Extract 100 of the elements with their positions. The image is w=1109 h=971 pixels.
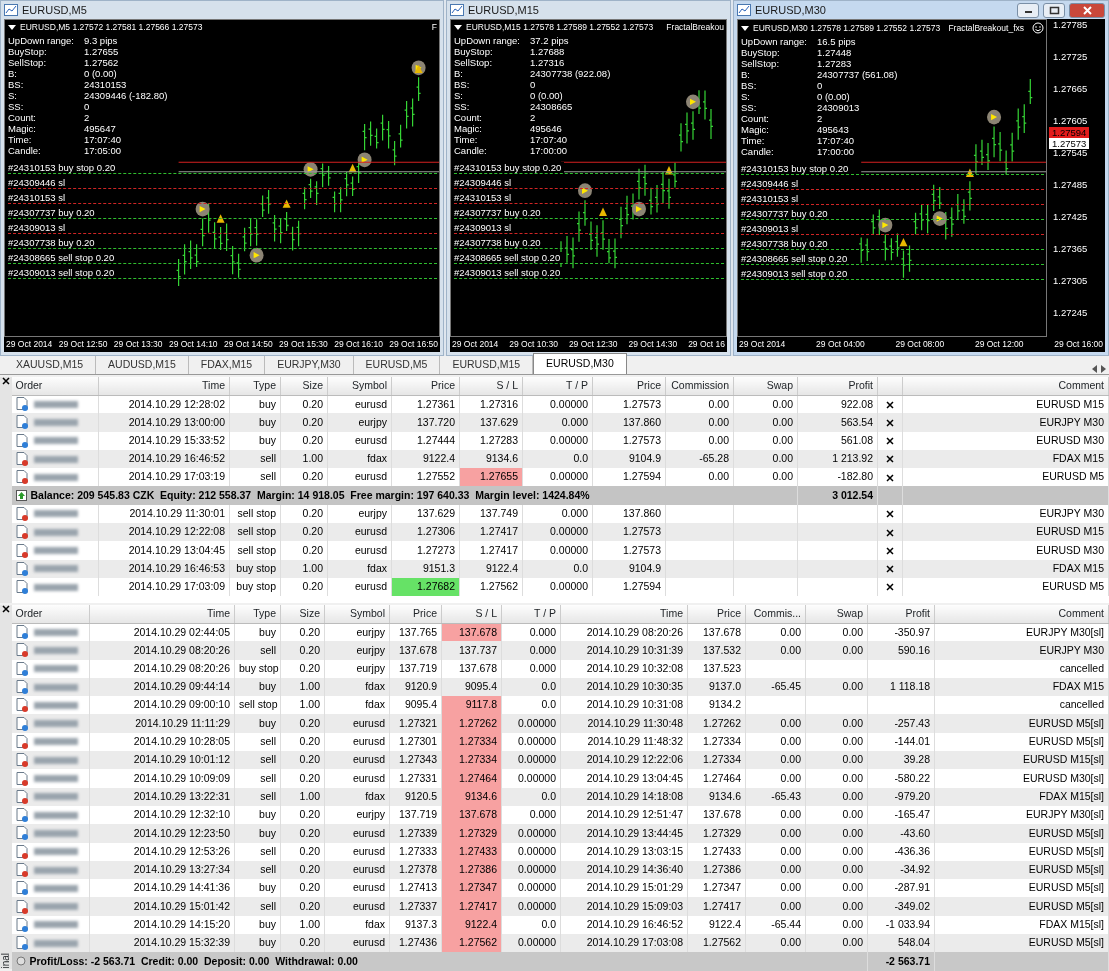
chart-tab[interactable]: EURJPY,M30 bbox=[265, 356, 354, 374]
trade-marker-icon bbox=[686, 94, 700, 110]
info-label: BuyStop: bbox=[8, 46, 48, 57]
column-header[interactable]: Symbol bbox=[327, 377, 392, 395]
close-icon[interactable] bbox=[886, 437, 894, 446]
minimize-button[interactable] bbox=[1017, 2, 1039, 18]
column-header[interactable]: Time bbox=[98, 377, 230, 395]
column-header[interactable]: Profit bbox=[797, 377, 878, 395]
table-cell: 0.00 bbox=[745, 934, 806, 953]
close-icon[interactable] bbox=[1, 605, 10, 613]
table-cell: 2014.10.29 14:36:40 bbox=[560, 860, 688, 880]
expert-name: FractalBreakou bbox=[666, 22, 724, 33]
column-header[interactable]: Price bbox=[391, 377, 460, 395]
table-cell: 2014.10.29 12:53:26 bbox=[89, 842, 235, 861]
column-header[interactable]: Symbol bbox=[324, 605, 390, 623]
column-header[interactable]: Commis... bbox=[745, 605, 806, 623]
table-cell: buy bbox=[229, 413, 281, 432]
close-icon[interactable] bbox=[886, 473, 894, 482]
table-cell: 9122.4 bbox=[391, 449, 460, 469]
table-cell: 2014.10.29 17:03:08 bbox=[560, 934, 688, 953]
price-tick-label: 1.27305 bbox=[1053, 275, 1088, 286]
close-icon[interactable] bbox=[886, 510, 894, 519]
table-cell: EURUSD M5[sl] bbox=[934, 714, 1109, 733]
window-title: EURUSD,M30 bbox=[755, 2, 827, 18]
table-cell: 1.27273 bbox=[391, 541, 460, 560]
column-header[interactable]: Order bbox=[11, 377, 99, 395]
blurred-order-number bbox=[33, 437, 78, 445]
info-value: 24307737 (561.08) bbox=[817, 69, 898, 80]
blurred-order-number bbox=[33, 775, 78, 782]
column-header[interactable]: T / P bbox=[522, 377, 593, 395]
table-cell: sell bbox=[234, 860, 281, 880]
trade-marker-icon bbox=[357, 152, 372, 168]
column-header[interactable]: Time bbox=[89, 605, 235, 623]
column-header[interactable]: Commission bbox=[665, 377, 734, 395]
column-header[interactable]: Time bbox=[560, 605, 688, 623]
info-label: SS: bbox=[454, 101, 471, 112]
table-cell: 0.20 bbox=[280, 769, 325, 788]
info-label: Candle: bbox=[454, 145, 488, 156]
blurred-order-number bbox=[33, 939, 78, 947]
table-cell: 137.523 bbox=[687, 659, 746, 678]
info-value: 24307738 (922.08) bbox=[530, 68, 611, 79]
table-cell: 561.08 bbox=[797, 431, 878, 450]
table-cell: 1.27562 bbox=[459, 577, 523, 597]
table-cell: buy bbox=[234, 677, 281, 697]
table-cell: buy stop bbox=[234, 659, 281, 678]
dropdown-icon[interactable] bbox=[741, 25, 749, 31]
close-icon[interactable] bbox=[886, 455, 894, 464]
dropdown-icon[interactable] bbox=[454, 25, 462, 30]
info-value: 0 bbox=[530, 79, 537, 90]
chart-tab[interactable]: EURUSD,M5 bbox=[353, 356, 441, 374]
maximize-button[interactable] bbox=[1043, 2, 1065, 18]
column-header[interactable]: T / P bbox=[501, 605, 561, 623]
table-cell: 1.27378 bbox=[389, 860, 442, 880]
info-value: 495646 bbox=[530, 123, 563, 134]
table-cell: 0.0 bbox=[501, 677, 561, 697]
column-header[interactable]: Size bbox=[280, 377, 328, 395]
table-cell: 0.00 bbox=[745, 824, 806, 843]
column-header[interactable]: S / L bbox=[441, 605, 502, 623]
close-icon[interactable] bbox=[886, 400, 894, 409]
chart-tab[interactable]: XAUUSD,M15 bbox=[4, 356, 97, 374]
column-header[interactable]: Swap bbox=[733, 377, 798, 395]
table-cell: eurusd bbox=[324, 842, 390, 861]
chart-tab[interactable]: FDAX,M15 bbox=[188, 356, 266, 374]
column-header[interactable]: Type bbox=[229, 377, 281, 395]
order-line-label: #24310153 buy stop 0.20 bbox=[454, 162, 565, 173]
blurred-order-number bbox=[33, 701, 78, 709]
column-header[interactable]: Type bbox=[234, 605, 281, 623]
column-header[interactable]: Profit bbox=[867, 605, 935, 623]
close-icon[interactable] bbox=[886, 565, 894, 574]
column-header[interactable]: Price bbox=[687, 605, 746, 623]
chart-tab[interactable]: AUDUSD,M15 bbox=[96, 356, 189, 374]
column-header[interactable]: Comment bbox=[902, 377, 1109, 395]
table-cell: 9137.0 bbox=[687, 677, 746, 697]
table-cell: 0.20 bbox=[280, 641, 325, 660]
info-label: BS: bbox=[741, 80, 758, 91]
close-icon[interactable] bbox=[886, 418, 894, 427]
chart-tab[interactable]: EURUSD,M30 bbox=[533, 353, 627, 374]
table-cell: 2014.10.29 10:32:08 bbox=[560, 659, 688, 678]
price-tick-label: 1.27425 bbox=[1053, 211, 1088, 222]
blurred-order-number bbox=[33, 793, 78, 801]
close-button[interactable] bbox=[1069, 2, 1105, 18]
table-cell: 0.00000 bbox=[522, 431, 593, 450]
column-header[interactable]: Order bbox=[11, 605, 90, 623]
table-cell: 0.20 bbox=[280, 714, 325, 733]
column-header[interactable]: Price bbox=[389, 605, 442, 623]
column-header[interactable]: Swap bbox=[805, 605, 868, 623]
close-icon[interactable] bbox=[886, 528, 894, 537]
table-cell: 1.00 bbox=[280, 559, 328, 578]
dropdown-icon[interactable] bbox=[8, 25, 16, 30]
close-icon[interactable] bbox=[886, 546, 894, 555]
column-header[interactable]: Price bbox=[592, 377, 666, 395]
blurred-order-number bbox=[33, 455, 78, 463]
table-cell: 2014.10.29 11:30:48 bbox=[560, 714, 688, 733]
close-icon[interactable] bbox=[886, 583, 894, 592]
column-header[interactable]: Size bbox=[280, 605, 325, 623]
column-header[interactable]: Comment bbox=[934, 605, 1109, 623]
info-value: 0 (0.00) bbox=[817, 91, 851, 102]
scroll-left-icon[interactable] bbox=[1091, 364, 1099, 374]
column-header[interactable]: S / L bbox=[459, 377, 523, 395]
close-icon[interactable] bbox=[1, 377, 10, 385]
